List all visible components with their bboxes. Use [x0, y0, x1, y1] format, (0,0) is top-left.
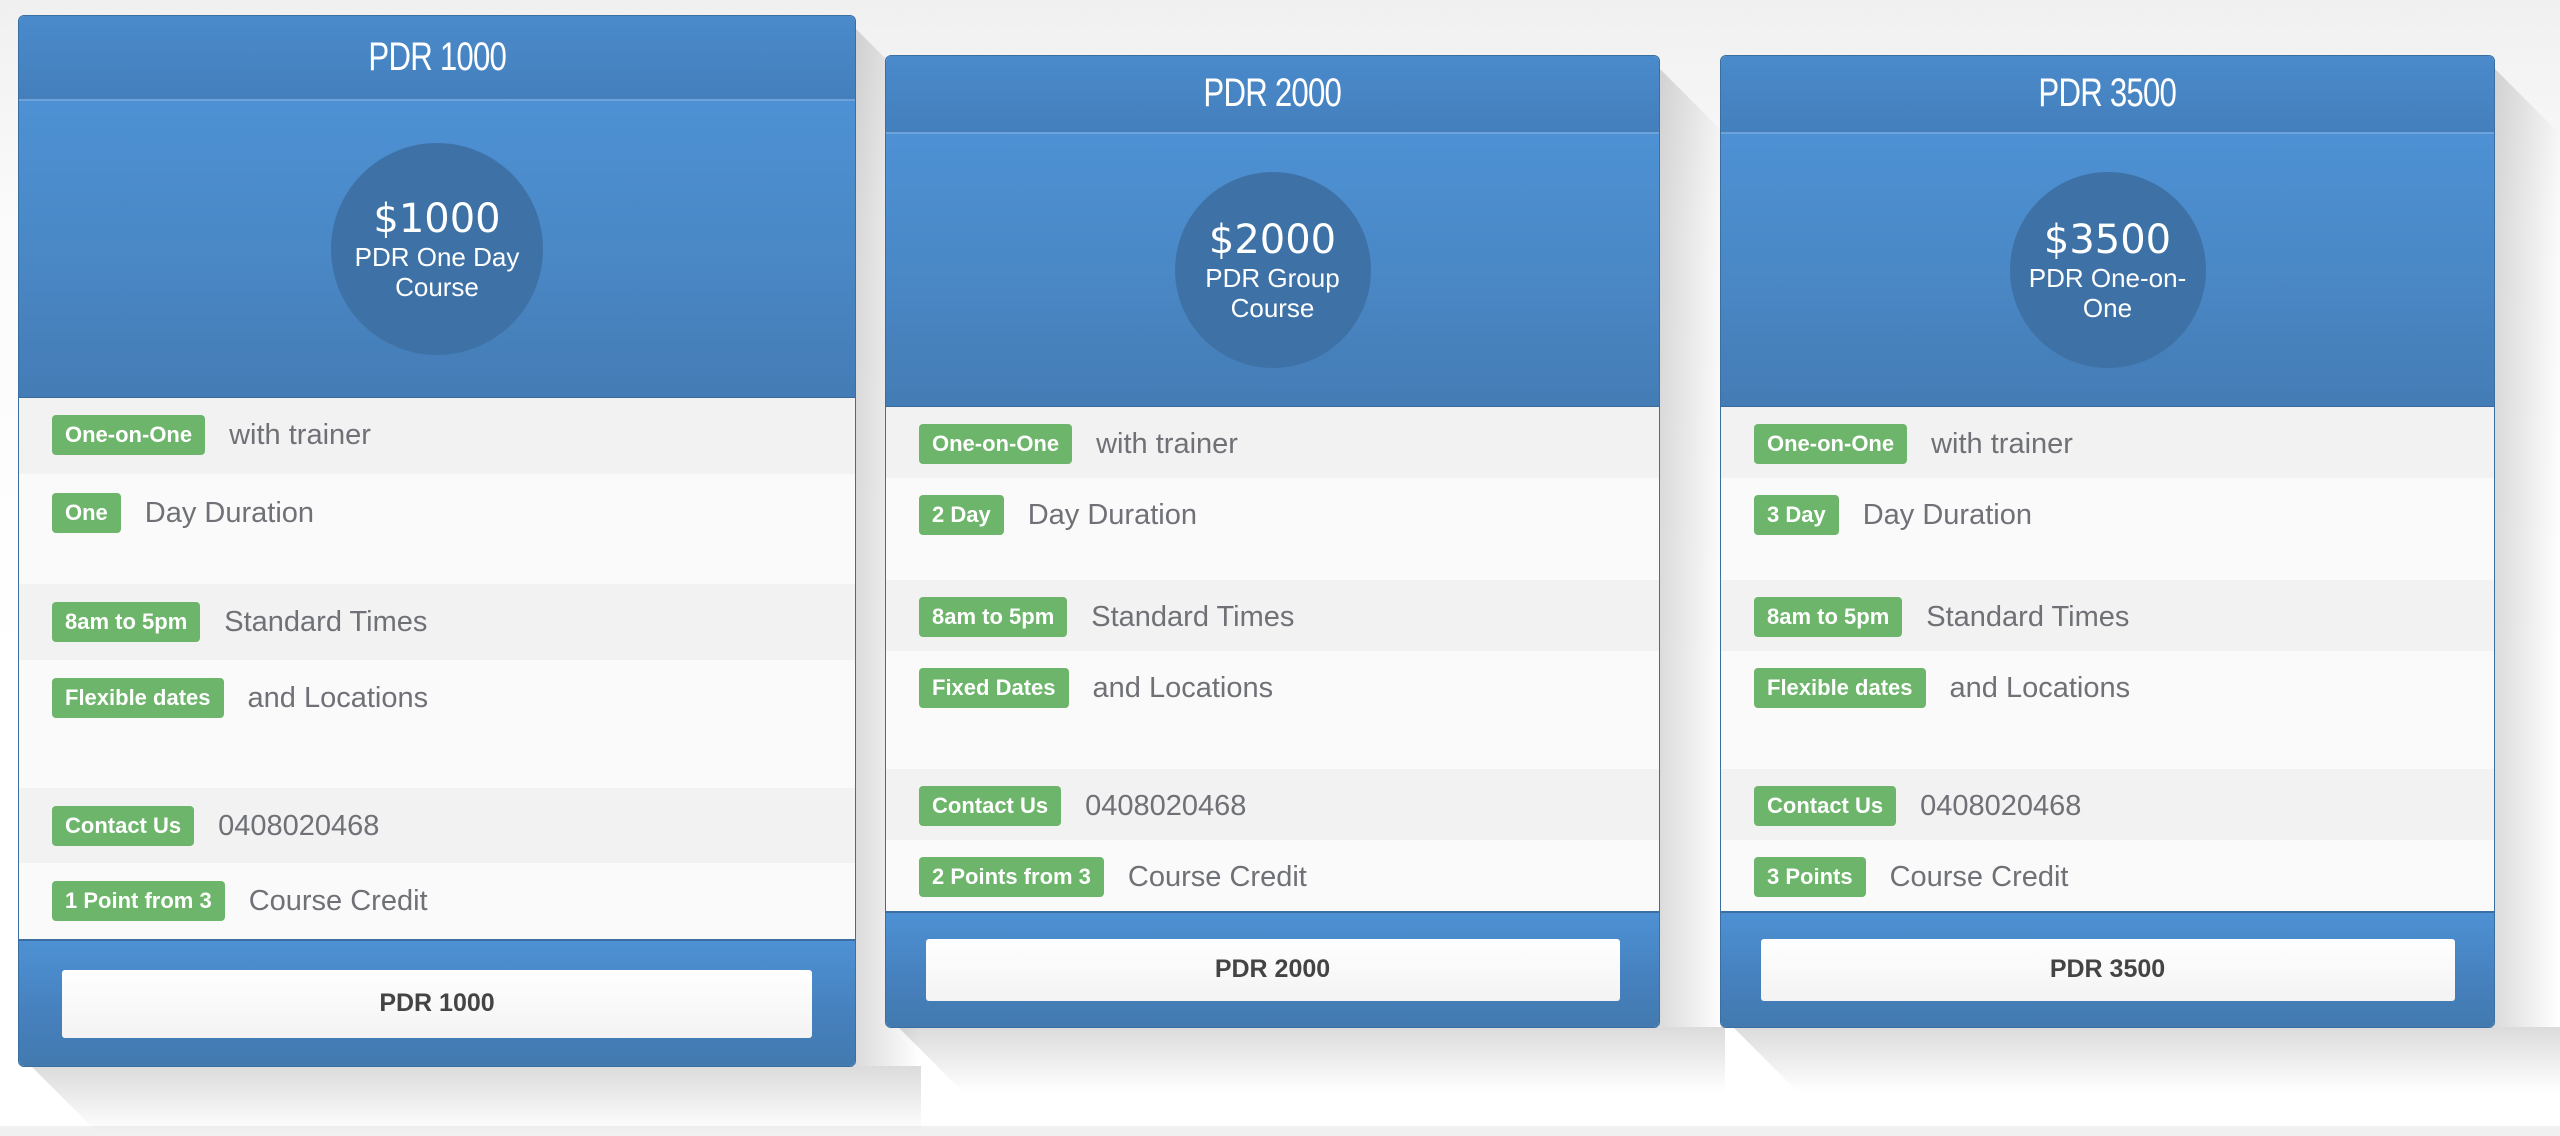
plan-description: PDR Group Course: [1205, 262, 1340, 323]
price-circle: $1000 PDR One Day Course: [331, 143, 543, 355]
feature-badge: 3 Points: [1754, 856, 1866, 897]
feature-text: 0408020468: [1920, 789, 2082, 822]
price-value: $3500: [2043, 216, 2172, 263]
feature-list: One-on-One with trainer One Day Duration…: [19, 398, 855, 939]
feature-text: Standard Times: [224, 606, 428, 638]
feature-text: Course Credit: [248, 885, 428, 917]
feature-row: One-on-One with trainer: [886, 406, 1659, 478]
select-plan-button[interactable]: PDR 1000: [62, 969, 812, 1038]
feature-text: Standard Times: [1091, 600, 1295, 633]
card-footer: PDR 2000: [886, 910, 1659, 1027]
feature-list: One-on-One with trainer 2 Day Day Durati…: [886, 406, 1659, 911]
card-header: PDR 2000: [886, 56, 1659, 134]
feature-text: Day Duration: [144, 497, 315, 529]
feature-badge: 8am to 5pm: [919, 596, 1068, 637]
feature-badge: 8am to 5pm: [1754, 596, 1903, 637]
feature-badge: Flexible dates: [52, 678, 224, 718]
feature-row: One-on-One with trainer: [1721, 406, 2494, 478]
price-value: $2000: [1208, 216, 1337, 263]
feature-row: 2 Points from 3 Course Credit: [886, 839, 1659, 911]
select-plan-button[interactable]: PDR 3500: [1760, 938, 2455, 1001]
price-area: $3500 PDR One-on-One: [1721, 133, 2494, 407]
price-area: $2000 PDR Group Course: [886, 133, 1659, 407]
pricing-card-pdr-2000: PDR 2000 $2000 PDR Group Course One-on-O…: [885, 55, 1725, 1028]
pricing-card-pdr-1000: PDR 1000 $1000 PDR One Day Course One-on…: [18, 15, 921, 1067]
feature-text: 0408020468: [218, 810, 380, 842]
feature-row: 3 Day Day Duration: [1721, 477, 2494, 580]
feature-row: One-on-One with trainer: [19, 398, 855, 474]
feature-badge: 8am to 5pm: [52, 602, 201, 642]
card-footer: PDR 1000: [19, 939, 855, 1066]
price-circle: $2000 PDR Group Course: [1174, 171, 1371, 368]
feature-badge: One: [52, 493, 121, 533]
feature-row: 1 Point from 3 Course Credit: [19, 863, 855, 939]
feature-text: Course Credit: [1889, 860, 2069, 893]
feature-row: Contact Us 0408020468: [1721, 768, 2494, 840]
feature-badge: Contact Us: [1754, 785, 1897, 826]
feature-text: Day Duration: [1862, 498, 2032, 531]
plan-description: PDR One-on-One: [2028, 262, 2187, 323]
feature-row: One Day Duration: [19, 474, 855, 584]
feature-text: with trainer: [1096, 427, 1238, 460]
feature-badge: Flexible dates: [1754, 667, 1926, 708]
plan-title: PDR 3500: [2038, 71, 2177, 116]
plan-title: PDR 2000: [1203, 71, 1342, 116]
card-header: PDR 3500: [1721, 56, 2494, 134]
feature-row: 8am to 5pm Standard Times: [886, 579, 1659, 651]
select-plan-button[interactable]: PDR 2000: [925, 938, 1620, 1001]
card-footer: PDR 3500: [1721, 910, 2494, 1027]
feature-badge: 1 Point from 3: [52, 881, 225, 921]
feature-row: Flexible dates and Locations: [19, 660, 855, 788]
feature-text: and Locations: [247, 682, 429, 714]
price-value: $1000: [373, 196, 501, 242]
feature-badge: One-on-One: [919, 423, 1073, 464]
feature-list: One-on-One with trainer 3 Day Day Durati…: [1721, 406, 2494, 911]
price-circle: $3500 PDR One-on-One: [2009, 171, 2206, 368]
feature-row: Flexible dates and Locations: [1721, 650, 2494, 769]
card-header: PDR 1000: [19, 16, 855, 101]
feature-badge: One-on-One: [1754, 423, 1908, 464]
feature-badge: 2 Points from 3: [919, 856, 1104, 897]
plan-description: PDR One Day Course: [354, 242, 520, 302]
price-area: $1000 PDR One Day Course: [19, 101, 855, 398]
plan-title: PDR 1000: [368, 35, 506, 79]
feature-row: Contact Us 0408020468: [19, 788, 855, 863]
feature-row: 3 Points Course Credit: [1721, 839, 2494, 911]
feature-badge: 2 Day: [919, 494, 1004, 535]
feature-row: 8am to 5pm Standard Times: [1721, 579, 2494, 651]
feature-badge: 3 Day: [1754, 494, 1839, 535]
feature-text: and Locations: [1949, 671, 2131, 704]
feature-text: with trainer: [1931, 427, 2073, 460]
pricing-card-pdr-3500: PDR 3500 $3500 PDR One-on-One One-on-One…: [1720, 55, 2560, 1028]
feature-row: 2 Day Day Duration: [886, 477, 1659, 580]
feature-text: and Locations: [1092, 671, 1274, 704]
feature-badge: Fixed Dates: [919, 667, 1069, 708]
feature-text: Course Credit: [1127, 860, 1307, 893]
feature-badge: Contact Us: [919, 785, 1062, 826]
feature-text: Standard Times: [1926, 600, 2130, 633]
feature-badge: One-on-One: [52, 415, 206, 455]
feature-row: 8am to 5pm Standard Times: [19, 584, 855, 660]
feature-badge: Contact Us: [52, 806, 195, 846]
feature-text: Day Duration: [1027, 498, 1197, 531]
feature-text: with trainer: [229, 419, 371, 451]
feature-row: Contact Us 0408020468: [886, 768, 1659, 840]
feature-row: Fixed Dates and Locations: [886, 650, 1659, 769]
feature-text: 0408020468: [1085, 789, 1247, 822]
